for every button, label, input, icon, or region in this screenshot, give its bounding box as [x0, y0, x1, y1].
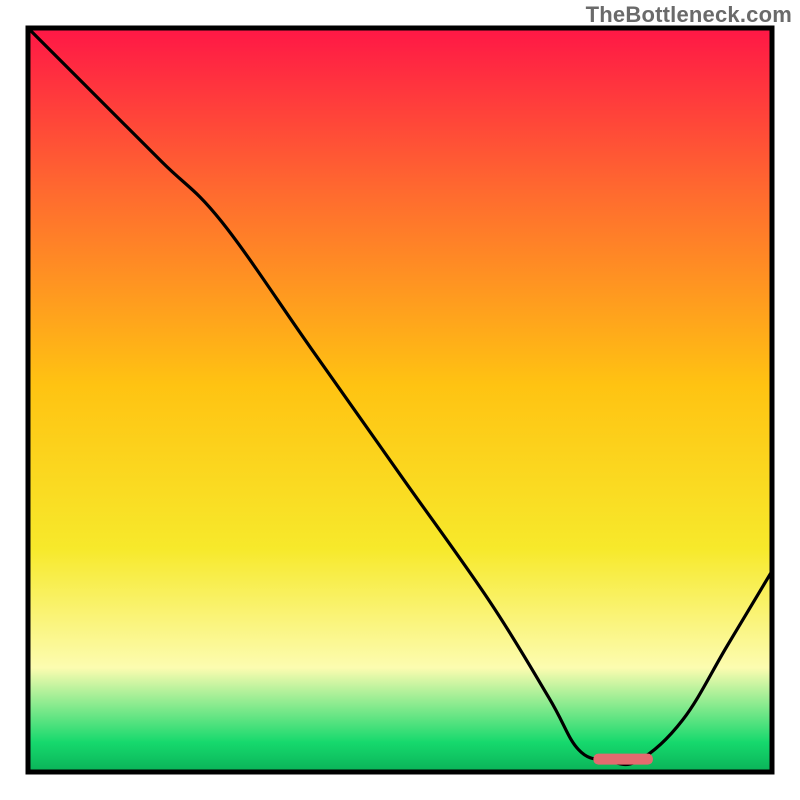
chart-stage: TheBottleneck.com: [0, 0, 800, 800]
minimum-marker: [593, 754, 653, 765]
bottleneck-chart: [0, 0, 800, 800]
